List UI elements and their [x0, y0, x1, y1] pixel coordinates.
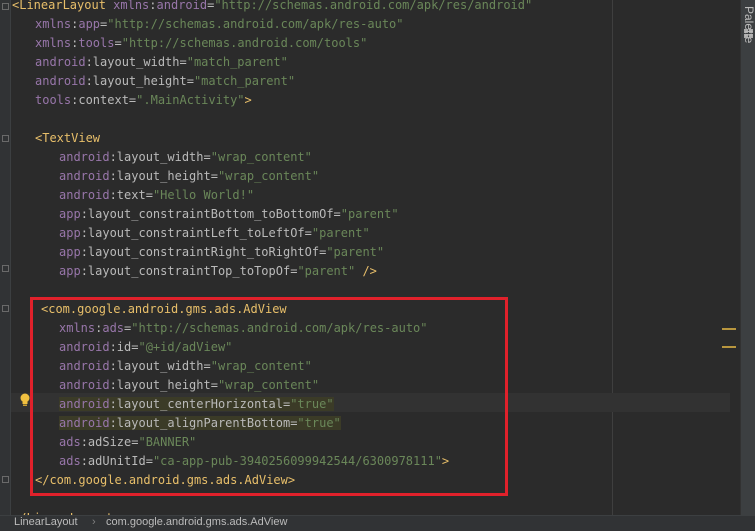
fold-marker-adview-close[interactable]	[2, 476, 9, 483]
code-token: android	[35, 74, 86, 88]
code-line[interactable]: app:layout_constraintRight_toRightOf="pa…	[59, 243, 384, 262]
code-token: "http://schemas.android.com/apk/res-auto…	[107, 17, 404, 31]
code-token: :text=	[109, 188, 153, 202]
breadcrumb-item-linearlayout[interactable]: LinearLayout	[14, 516, 78, 531]
code-token: "parent"	[340, 207, 399, 221]
code-token: android	[156, 0, 208, 12]
code-line[interactable]: <LinearLayout xmlns:android="http://sche…	[12, 0, 532, 15]
code-token: ".MainActivity"	[136, 93, 245, 107]
code-token: android	[59, 169, 110, 183]
code-token: android	[59, 150, 110, 164]
code-token: xmlns	[35, 36, 72, 50]
code-token: "match_parent"	[186, 55, 288, 69]
code-line[interactable]: android:layout_width="match_parent"	[35, 53, 288, 72]
code-token: :context=	[71, 93, 137, 107]
code-line[interactable]: app:layout_constraintTop_toTopOf="parent…	[59, 262, 377, 281]
code-token: tools	[78, 36, 115, 50]
code-token: <LinearLayout	[12, 0, 114, 12]
fold-marker-adview-open[interactable]	[2, 305, 9, 312]
code-token: app	[59, 207, 81, 221]
code-token: "Hello World!"	[152, 188, 255, 202]
code-line[interactable]: <TextView	[35, 129, 100, 148]
code-token: >	[244, 93, 252, 107]
warning-marker[interactable]	[722, 328, 736, 330]
code-line[interactable]: android:text="Hello World!"	[59, 186, 254, 205]
palette-tab[interactable]: Palette	[742, 6, 755, 43]
code-token: app	[59, 226, 81, 240]
breadcrumb: LinearLayout › com.google.android.gms.ad…	[0, 515, 755, 531]
code-line[interactable]: tools:context=".MainActivity">	[35, 91, 252, 110]
code-token: :layout_height=	[85, 74, 194, 88]
code-token: app	[59, 245, 81, 259]
right-margin-guide	[612, 0, 613, 515]
code-token: app	[78, 17, 101, 31]
fold-marker-textview-close[interactable]	[2, 265, 9, 272]
code-token: "match_parent"	[193, 74, 296, 88]
code-token: "wrap_content"	[217, 169, 320, 183]
code-token: />	[355, 264, 377, 278]
code-token: xmlns	[35, 17, 72, 31]
code-token: :layout_width=	[109, 150, 211, 164]
code-line[interactable]: android:layout_height="match_parent"	[35, 72, 295, 91]
code-token: "parent"	[326, 245, 385, 259]
code-token: "parent"	[311, 226, 370, 240]
palette-side-panel[interactable]	[740, 0, 755, 515]
fold-marker-linearlayout[interactable]	[2, 3, 9, 10]
code-token: :layout_constraintLeft_toLeftOf=	[80, 226, 312, 240]
breadcrumb-item-adview[interactable]: com.google.android.gms.ads.AdView	[106, 516, 287, 531]
code-token: android	[35, 55, 86, 69]
code-token: =	[114, 36, 122, 50]
code-line[interactable]: app:layout_constraintLeft_toLeftOf="pare…	[59, 224, 370, 243]
warning-marker[interactable]	[722, 346, 736, 348]
code-token: tools	[35, 93, 72, 107]
code-token: "http://schemas.android.com/apk/res/andr…	[214, 0, 533, 12]
code-token: :	[149, 0, 157, 12]
breadcrumb-separator: ›	[92, 516, 96, 528]
code-token: app	[59, 264, 81, 278]
code-line[interactable]: xmlns:tools="http://schemas.android.com/…	[35, 34, 367, 53]
code-line[interactable]: android:layout_width="wrap_content"	[59, 148, 312, 167]
code-token: :layout_constraintRight_toRightOf=	[80, 245, 327, 259]
code-line[interactable]: app:layout_constraintBottom_toBottomOf="…	[59, 205, 399, 224]
code-line[interactable]: xmlns:app="http://schemas.android.com/ap…	[35, 15, 404, 34]
code-token: "wrap_content"	[210, 150, 312, 164]
code-token: :layout_constraintTop_toTopOf=	[80, 264, 298, 278]
highlighted-adview-region	[30, 297, 508, 496]
code-token: android	[59, 188, 110, 202]
code-token: <TextView	[35, 131, 101, 145]
code-token: :layout_height=	[109, 169, 218, 183]
code-token: :layout_constraintBottom_toBottomOf=	[80, 207, 341, 221]
code-token: :layout_width=	[85, 55, 187, 69]
editor-scrollbar[interactable]	[730, 0, 740, 515]
code-token: xmlns	[113, 0, 150, 12]
code-line[interactable]: android:layout_height="wrap_content"	[59, 167, 319, 186]
fold-marker-textview-open[interactable]	[2, 135, 9, 142]
code-token: "http://schemas.android.com/tools"	[121, 36, 368, 50]
code-token: "parent"	[297, 264, 356, 278]
